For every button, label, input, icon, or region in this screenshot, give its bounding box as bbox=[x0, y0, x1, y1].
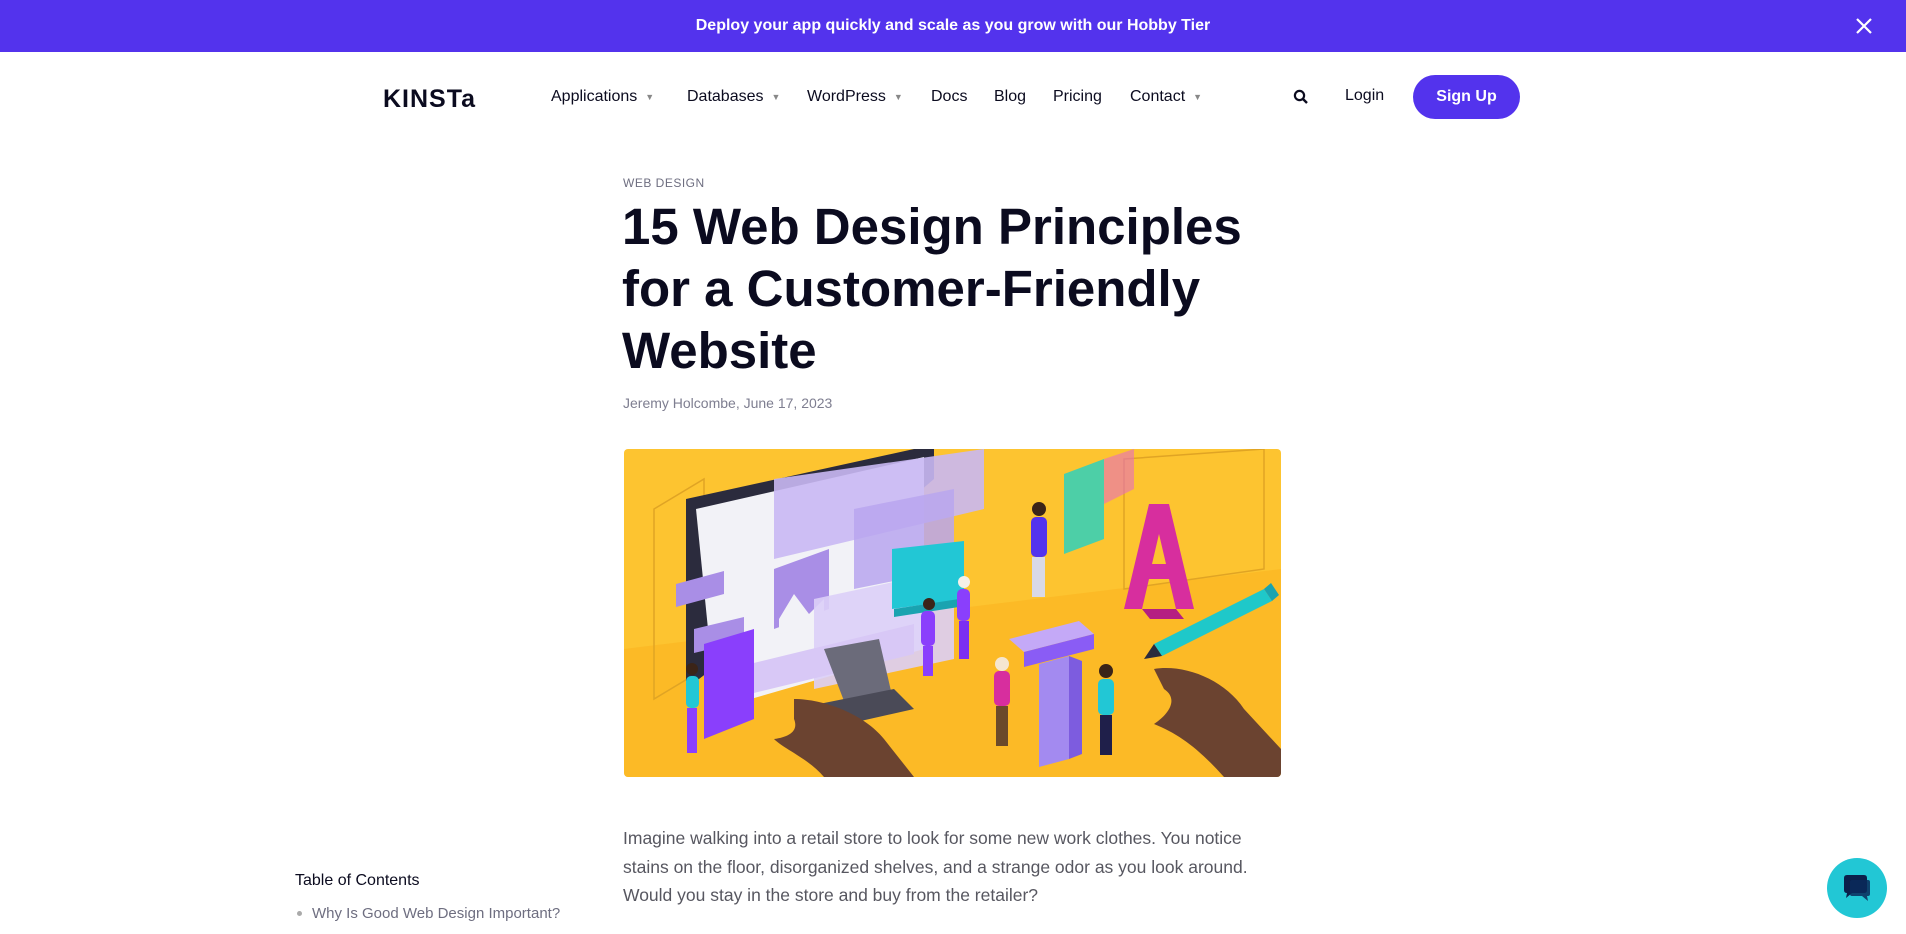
article-title: 15 Web Design Principles for a Customer-… bbox=[622, 198, 1242, 379]
login-link[interactable]: Login bbox=[1345, 87, 1384, 105]
nav-contact-label: Contact bbox=[1130, 88, 1186, 105]
kinsta-logo[interactable]: KINSTa bbox=[383, 85, 476, 114]
article-category[interactable]: WEB DESIGN bbox=[623, 176, 705, 190]
bullet-icon bbox=[297, 911, 302, 916]
hero-illustration bbox=[624, 449, 1281, 777]
top-navigation: KINSTa Applications ▼ Databases ▼ WordPr… bbox=[0, 52, 1906, 142]
nav-databases-label: Databases bbox=[687, 88, 764, 105]
nav-docs-label: Docs bbox=[931, 88, 968, 105]
nav-contact[interactable]: Contact ▼ bbox=[1130, 88, 1202, 106]
article-byline: Jeremy Holcombe, June 17, 2023 bbox=[623, 395, 833, 411]
nav-pricing[interactable]: Pricing bbox=[1053, 88, 1102, 106]
toc-item[interactable]: Why Is Good Web Design Important? bbox=[297, 905, 560, 922]
nav-pricing-label: Pricing bbox=[1053, 88, 1102, 105]
chat-bubble-icon bbox=[1844, 875, 1870, 901]
nav-blog-label: Blog bbox=[994, 88, 1027, 105]
chevron-down-icon: ▼ bbox=[1193, 92, 1203, 102]
nav-wordpress-label: WordPress bbox=[807, 88, 886, 105]
promo-text[interactable]: Deploy your app quickly and scale as you… bbox=[696, 17, 1210, 35]
sign-up-button[interactable]: Sign Up bbox=[1413, 75, 1520, 119]
close-icon[interactable] bbox=[1852, 14, 1876, 38]
promo-banner: Deploy your app quickly and scale as you… bbox=[0, 0, 1906, 52]
nav-wordpress[interactable]: WordPress ▼ bbox=[807, 88, 903, 106]
chat-button[interactable] bbox=[1827, 858, 1887, 918]
toc-title: Table of Contents bbox=[295, 872, 420, 889]
nav-applications[interactable]: Applications ▼ bbox=[551, 88, 654, 106]
chevron-down-icon: ▼ bbox=[645, 92, 655, 102]
chevron-down-icon: ▼ bbox=[893, 92, 903, 102]
toc-item-label: Why Is Good Web Design Important? bbox=[312, 905, 561, 922]
search-icon[interactable] bbox=[1292, 88, 1310, 106]
article-intro: Imagine walking into a retail store to l… bbox=[623, 828, 1248, 905]
nav-applications-label: Applications bbox=[551, 88, 638, 105]
nav-docs[interactable]: Docs bbox=[931, 88, 967, 106]
chevron-down-icon: ▼ bbox=[771, 92, 781, 102]
nav-blog[interactable]: Blog bbox=[994, 88, 1026, 106]
nav-databases[interactable]: Databases ▼ bbox=[687, 88, 780, 106]
